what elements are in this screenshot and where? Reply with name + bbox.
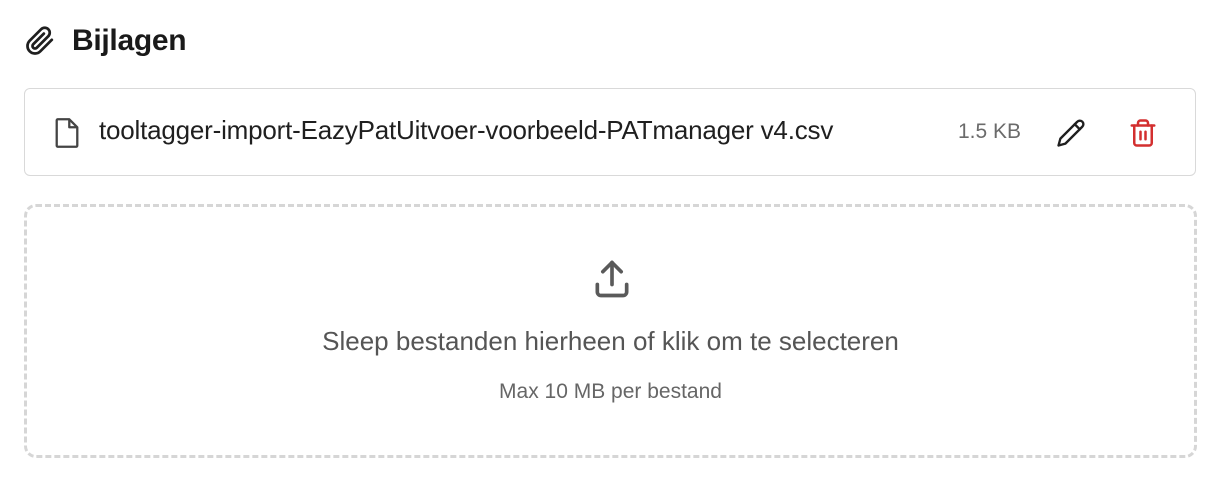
upload-icon (590, 257, 634, 301)
trash-icon (1128, 118, 1158, 148)
attachments-title: Bijlagen (72, 24, 187, 57)
dropzone-size-limit: Max 10 MB per bestand (499, 380, 722, 403)
file-icon (53, 117, 81, 149)
attachment-file-name[interactable]: tooltagger-import-EazyPatUitvoer-voorbee… (99, 115, 833, 146)
attachment-item: tooltagger-import-EazyPatUitvoer-voorbee… (24, 88, 1196, 176)
delete-attachment-button[interactable] (1125, 115, 1161, 151)
paperclip-icon (24, 25, 56, 57)
file-dropzone[interactable]: Sleep bestanden hierheen of klik om te s… (24, 204, 1197, 458)
attachments-header: Bijlagen (24, 22, 187, 60)
dropzone-text: Sleep bestanden hierheen of klik om te s… (322, 326, 899, 356)
attachment-file-size: 1.5 KB (958, 120, 1022, 143)
edit-attachment-button[interactable] (1053, 115, 1089, 151)
pencil-icon (1056, 118, 1086, 148)
